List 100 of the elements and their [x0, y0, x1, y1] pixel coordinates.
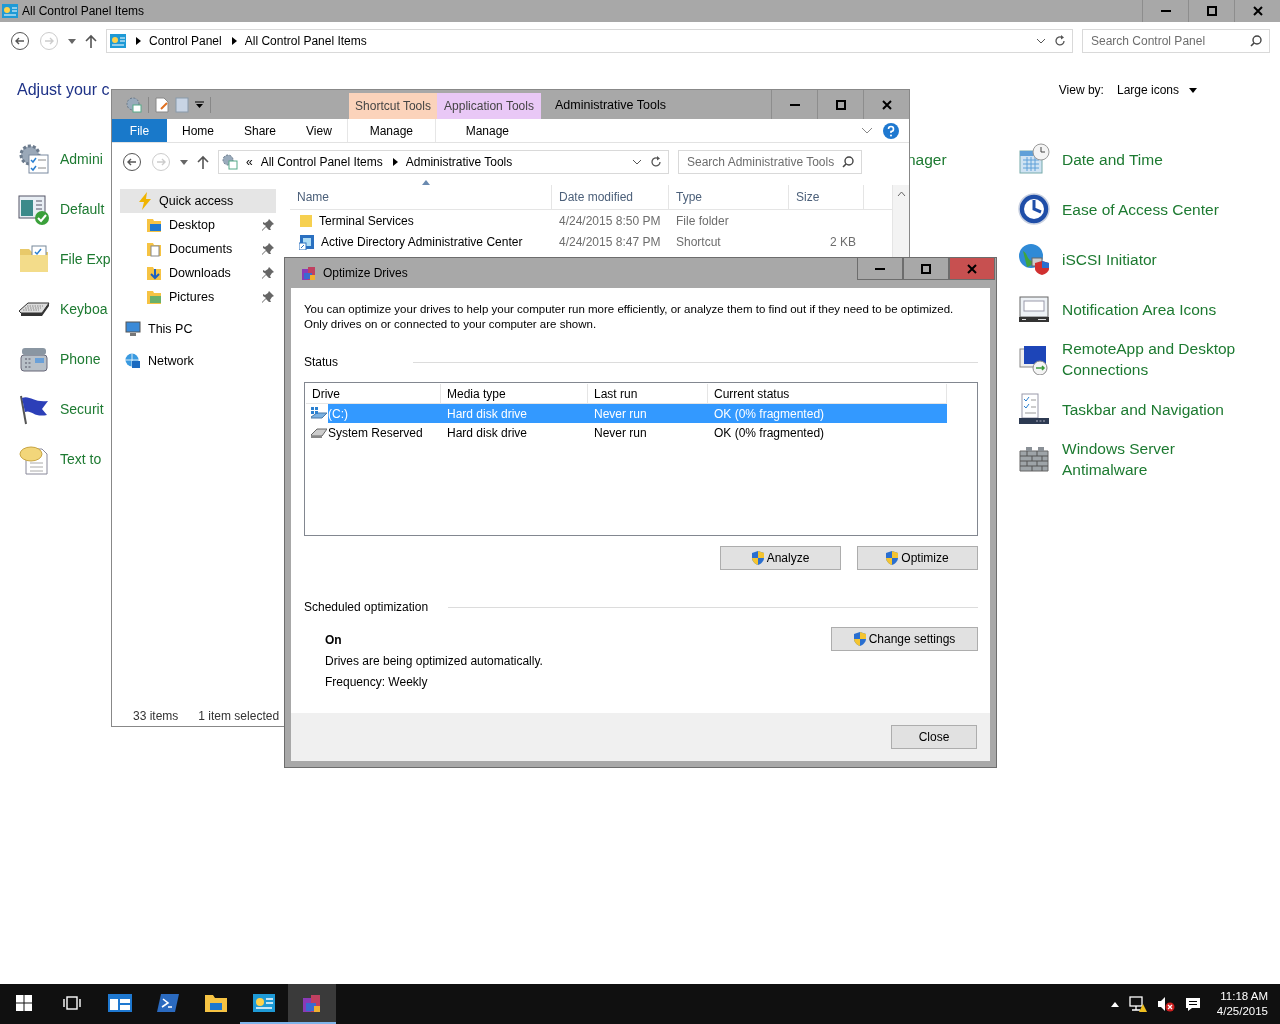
- column-header[interactable]: Media type: [441, 384, 588, 403]
- control-panel-link[interactable]: Notification Area Icons: [1062, 298, 1262, 320]
- navigation-item[interactable]: This PC: [120, 317, 276, 341]
- windows-drive-icon: [311, 406, 327, 421]
- up-arrow-icon[interactable]: [85, 34, 97, 48]
- view-dropdown[interactable]: Large icons: [1116, 83, 1197, 97]
- breadcrumb-item[interactable]: «: [246, 155, 253, 169]
- section-label: Status: [304, 355, 339, 369]
- control-panel-link[interactable]: Default: [60, 198, 105, 220]
- column-header[interactable]: Date modified: [552, 185, 669, 209]
- breadcrumb-item[interactable]: All Control Panel Items: [260, 155, 383, 169]
- dropdown-icon[interactable]: [68, 38, 76, 44]
- maximize-icon: [1206, 6, 1217, 16]
- caret-up-icon[interactable]: [1110, 1001, 1119, 1007]
- control-panel-link[interactable]: Text to: [60, 448, 102, 470]
- ribbon-tab[interactable]: Manage: [346, 119, 435, 142]
- document-icon[interactable]: [155, 96, 169, 113]
- remote-desktop-icon: [1018, 343, 1050, 375]
- volume-muted-icon[interactable]: [1156, 996, 1175, 1012]
- refresh-icon[interactable]: [650, 156, 662, 168]
- pin-icon[interactable]: [262, 243, 274, 255]
- navigation-item[interactable]: Documents: [120, 237, 276, 261]
- navigation-label: Pictures: [169, 290, 215, 304]
- lightning-icon: [138, 192, 152, 210]
- up-arrow-icon[interactable]: [197, 155, 209, 169]
- action-button[interactable]: Optimize: [857, 546, 978, 570]
- drive-row[interactable]: System Reserved Hard disk drive Never run OK (0% fragmented): [328, 423, 947, 442]
- navigation-item[interactable]: Pictures: [120, 285, 276, 309]
- column-header[interactable]: Last run: [588, 384, 708, 403]
- control-panel-link[interactable]: Admini: [60, 148, 103, 170]
- customize-icon[interactable]: [195, 100, 204, 109]
- properties-icon[interactable]: [126, 96, 142, 113]
- column-header[interactable]: Type: [669, 185, 789, 209]
- network-warning-icon[interactable]: [1128, 996, 1147, 1012]
- control-panel-link[interactable]: iSCSI Initiator: [1062, 248, 1262, 270]
- pin-icon[interactable]: [262, 219, 274, 231]
- chevron-down-icon[interactable]: [1036, 38, 1046, 44]
- date-modified: 4/24/2015 8:47 PM: [558, 234, 662, 249]
- file-name[interactable]: Terminal Services: [319, 213, 414, 228]
- refresh-icon[interactable]: [1054, 35, 1066, 47]
- column-header[interactable]: Size: [789, 185, 864, 209]
- description-text: You can optimize your drives to help your computer run more efficiently, or analyze them to find out if they need to be optimized. Only drives on or connected to your computer are shown.: [304, 302, 955, 332]
- address-bar[interactable]: Control Panel All Control Panel Items: [106, 29, 1073, 53]
- maximize-icon: [835, 99, 846, 110]
- document-speech-bubble-icon: [18, 443, 50, 475]
- breadcrumb-item[interactable]: Administrative Tools: [405, 155, 513, 169]
- back-icon[interactable]: [122, 152, 142, 172]
- back-icon[interactable]: [10, 31, 30, 51]
- navigation-item[interactable]: Network: [120, 349, 276, 373]
- dropdown-icon[interactable]: [180, 159, 188, 165]
- search-field[interactable]: Search Control Panel: [1082, 29, 1270, 53]
- control-panel-link[interactable]: Securit: [60, 398, 104, 420]
- file-tab[interactable]: File: [112, 119, 167, 142]
- search-field[interactable]: Search Administrative Tools: [678, 150, 862, 174]
- pin-icon[interactable]: [262, 291, 274, 303]
- column-header[interactable]: Current status: [708, 384, 947, 403]
- help-icon[interactable]: [883, 122, 899, 139]
- minimize-icon: [875, 267, 885, 270]
- media-type: Hard disk drive: [446, 424, 529, 442]
- control-panel-link[interactable]: Phone: [60, 348, 101, 370]
- control-panel-link[interactable]: Windows Server Antimalware: [1062, 438, 1262, 480]
- section-label: Scheduled optimization: [304, 600, 429, 614]
- breadcrumb-item[interactable]: Control Panel: [149, 34, 222, 48]
- ribbon-tab[interactable]: Manage: [434, 119, 539, 142]
- close-dialog-button[interactable]: Close: [891, 725, 977, 749]
- control-panel-link[interactable]: RemoteApp and Desktop Connections: [1062, 338, 1262, 380]
- breadcrumb-item[interactable]: All Control Panel Items: [244, 34, 367, 48]
- ribbon-tab[interactable]: Home: [167, 119, 229, 142]
- schedule-state: On: [325, 633, 343, 647]
- column-header[interactable]: Drive: [306, 384, 441, 403]
- control-panel-link[interactable]: Date and Time: [1062, 148, 1262, 170]
- maximize-icon: [921, 263, 931, 274]
- search-icon: [1250, 35, 1262, 47]
- file-name[interactable]: Active Directory Administrative Center: [321, 234, 523, 249]
- address-bar[interactable]: « All Control Panel Items Administrative Tools: [218, 150, 669, 174]
- schedule-description: Drives are being optimized automatically.: [325, 654, 544, 668]
- navigation-item[interactable]: Downloads: [120, 261, 276, 285]
- control-panel-link[interactable]: Keyboa: [60, 298, 108, 320]
- scroll-up-icon[interactable]: [896, 191, 906, 197]
- ribbon-tab[interactable]: Share: [229, 119, 292, 142]
- action-button[interactable]: Analyze: [720, 546, 841, 570]
- navigation-item[interactable]: Quick access: [120, 189, 276, 213]
- window-title: All Control Panel Items: [22, 4, 145, 18]
- navigation-item[interactable]: Desktop: [120, 213, 276, 237]
- change-settings-button[interactable]: Change settings: [831, 627, 978, 651]
- notification-icon[interactable]: [1184, 996, 1201, 1012]
- globe-icon: [125, 353, 141, 369]
- clock-date[interactable]: 4/25/2015: [1216, 1004, 1268, 1019]
- control-panel-link[interactable]: File Exp: [60, 248, 111, 270]
- chevron-down-icon[interactable]: [632, 159, 642, 165]
- terminal-icon: [157, 994, 179, 1012]
- pin-icon[interactable]: [262, 267, 274, 279]
- ribbon-tab[interactable]: View: [291, 119, 347, 142]
- control-panel-link[interactable]: Taskbar and Navigation: [1062, 398, 1262, 420]
- globe-shield-icon: [1018, 243, 1050, 275]
- calendar-clock-icon: [1018, 143, 1050, 175]
- control-panel-link[interactable]: Ease of Access Center: [1062, 198, 1262, 220]
- clock-time[interactable]: 11:18 AM: [1220, 989, 1268, 1004]
- chevron-down-icon[interactable]: [861, 127, 873, 134]
- close-button[interactable]: [949, 258, 995, 280]
